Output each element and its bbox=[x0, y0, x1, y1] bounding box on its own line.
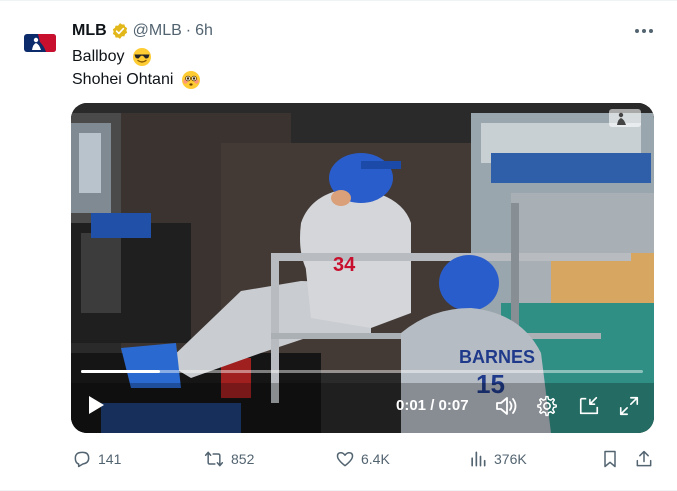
more-icon bbox=[635, 29, 653, 33]
tweet-header: MLB @MLB · 6h bbox=[72, 21, 213, 41]
duration: 0:07 bbox=[438, 397, 469, 414]
timestamp[interactable]: 6h bbox=[195, 22, 213, 40]
bookmark-button[interactable] bbox=[600, 447, 626, 471]
like-count: 6.4K bbox=[361, 451, 390, 467]
time-separator: / bbox=[430, 397, 435, 414]
share-button[interactable] bbox=[634, 447, 660, 471]
repost-button[interactable]: 852 bbox=[203, 447, 254, 471]
flushed-face-icon bbox=[181, 70, 200, 89]
volume-button[interactable] bbox=[494, 393, 520, 419]
video-timecode: 0:01 / 0:07 bbox=[396, 397, 469, 414]
separator-dot: · bbox=[185, 22, 192, 39]
share-icon bbox=[636, 450, 652, 467]
pip-icon bbox=[579, 396, 599, 415]
tweet-actions: 141 852 6.4K 376K bbox=[72, 447, 662, 471]
jersey-name-back: BARNES bbox=[459, 347, 535, 367]
play-button[interactable] bbox=[85, 393, 107, 417]
reply-button[interactable]: 141 bbox=[72, 447, 121, 471]
tweet-text-line-2: Shohei Ohtani bbox=[72, 68, 201, 91]
current-time: 0:01 bbox=[396, 397, 427, 414]
repost-icon bbox=[204, 451, 224, 467]
picture-in-picture-button[interactable] bbox=[576, 393, 602, 419]
view-count: 376K bbox=[494, 451, 527, 467]
tweet-text-ballboy: Ballboy bbox=[72, 48, 125, 65]
tweet-card[interactable]: MLB @MLB · 6h Ballboy Shohei Ohtani BARN… bbox=[0, 0, 677, 491]
gear-icon bbox=[537, 395, 557, 417]
fullscreen-button[interactable] bbox=[616, 393, 642, 419]
tweet-text: Ballboy Shohei Ohtani bbox=[72, 45, 201, 91]
like-button[interactable]: 6.4K bbox=[335, 447, 390, 471]
video-progress-fill bbox=[81, 370, 160, 373]
jersey-number-front: 34 bbox=[333, 254, 356, 276]
analytics-icon bbox=[471, 451, 486, 467]
reply-icon bbox=[74, 451, 90, 468]
views-button[interactable]: 376K bbox=[468, 447, 527, 471]
speaker-icon bbox=[496, 397, 517, 415]
video-player[interactable]: BARNES 15 34 0:01 / 0:07 bbox=[71, 103, 654, 433]
verified-badge-icon[interactable] bbox=[111, 22, 129, 40]
video-frame: BARNES 15 34 bbox=[71, 103, 654, 433]
video-watermark bbox=[608, 109, 642, 132]
reply-count: 141 bbox=[98, 451, 122, 467]
repost-count: 852 bbox=[231, 451, 255, 467]
play-icon bbox=[89, 396, 104, 414]
heart-icon bbox=[336, 452, 354, 467]
bookmark-icon bbox=[604, 450, 616, 468]
user-handle[interactable]: @MLB bbox=[133, 22, 182, 40]
more-options-button[interactable] bbox=[632, 21, 656, 41]
tweet-text-name: Shohei Ohtani bbox=[72, 71, 174, 88]
settings-button[interactable] bbox=[534, 393, 560, 419]
display-name[interactable]: MLB bbox=[72, 22, 107, 40]
smiling-face-with-sunglasses-icon bbox=[132, 47, 151, 66]
tweet-text-line-1: Ballboy bbox=[72, 45, 201, 68]
mlb-watermark-icon bbox=[609, 109, 641, 127]
mlb-logo-icon bbox=[24, 34, 56, 52]
video-progress-bar[interactable] bbox=[81, 370, 643, 373]
fullscreen-icon bbox=[619, 396, 639, 416]
avatar[interactable] bbox=[16, 19, 64, 67]
